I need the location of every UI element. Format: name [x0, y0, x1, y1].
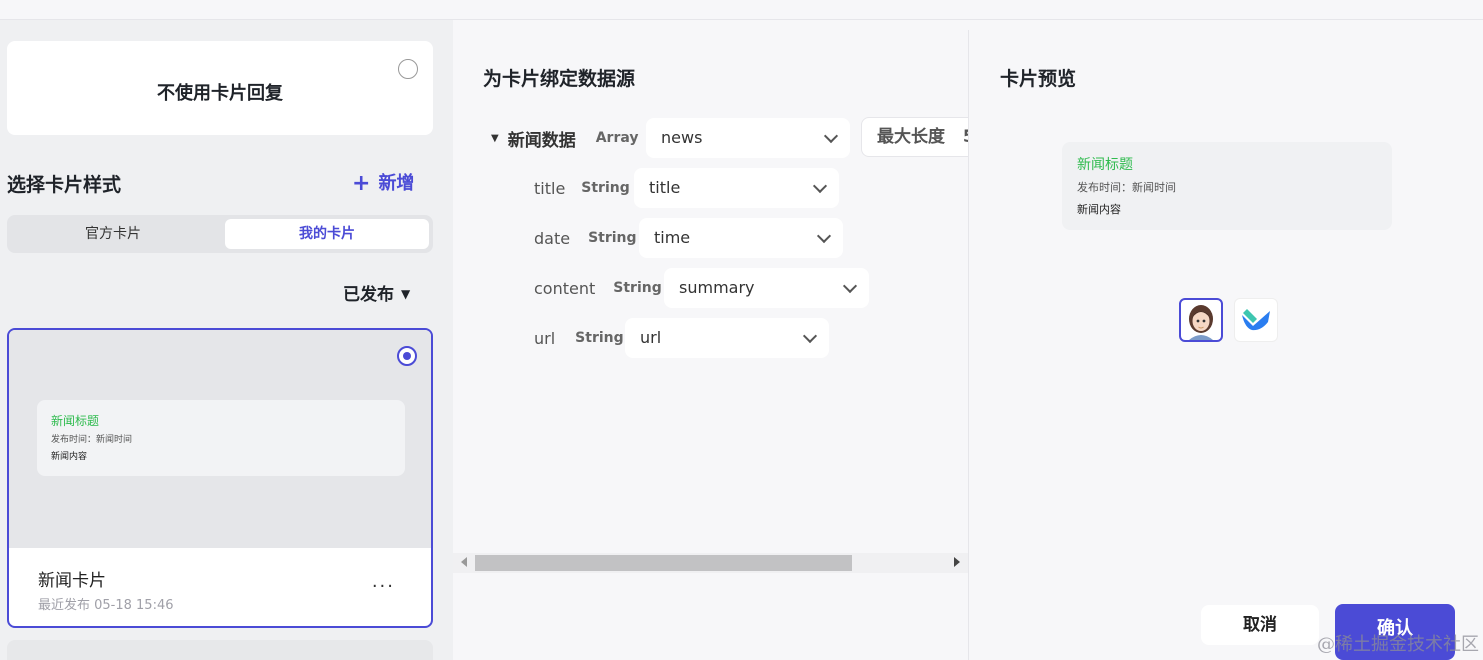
scrollbar-thumb[interactable]: [475, 555, 852, 571]
max-length-label: 最大长度: [877, 127, 945, 147]
chevron-down-icon: [816, 228, 832, 244]
preview-news-content: 新闻内容: [1077, 203, 1121, 216]
mini-news-date: 发布时间：新闻时间: [51, 435, 133, 445]
preview-news-date: 发布时间：新闻时间: [1077, 181, 1176, 194]
section-title: 选择卡片样式: [7, 174, 122, 196]
caret-down-icon[interactable]: ▼: [491, 133, 499, 144]
card-source-tabs: 官方卡片 我的卡片: [7, 215, 433, 253]
avatar-girl[interactable]: [1179, 298, 1223, 342]
field-name: url: [534, 328, 556, 348]
horizontal-scrollbar[interactable]: [453, 553, 968, 573]
template-card-published: 最近发布 05-18 15:46: [38, 598, 174, 613]
chevron-down-icon: [812, 178, 828, 194]
root-field-name: 新闻数据: [507, 130, 576, 151]
no-card-label: 不使用卡片回复: [157, 83, 283, 104]
status-filter-label: 已发布: [343, 285, 394, 305]
field-name: date: [534, 228, 571, 248]
card-style-panel: 不使用卡片回复 选择卡片样式 + 新增 官方卡片 我的卡片 已发布 ▼ 新闻标题 发…: [0, 20, 453, 660]
field-type: String: [581, 180, 630, 196]
template-card[interactable]: 新闻标题 发布时间：新闻时间 新闻内容 新闻卡片 最近发布 05-18 15:4…: [7, 328, 433, 628]
field-select-url[interactable]: url: [625, 318, 829, 358]
field-value: summary: [679, 278, 755, 297]
template-card-radio[interactable]: [397, 346, 417, 366]
add-card-button[interactable]: + 新增: [352, 169, 414, 196]
scroll-left-icon[interactable]: [461, 557, 467, 567]
field-type: String: [613, 280, 662, 296]
field-row-date: date String: [534, 218, 637, 258]
preview-title: 卡片预览: [1000, 68, 1077, 90]
field-row-content: content String: [534, 268, 662, 308]
preview-news-card: 新闻标题 发布时间：新闻时间 新闻内容: [1062, 142, 1392, 230]
field-row-title: title String: [534, 168, 630, 208]
no-card-radio[interactable]: [398, 59, 418, 79]
field-row-url: url String: [534, 318, 624, 358]
top-bar: [0, 0, 1483, 20]
status-filter-dropdown[interactable]: 已发布 ▼: [343, 280, 410, 305]
brand-logo-icon: [1242, 309, 1270, 331]
template-card-preview: 新闻标题 发布时间：新闻时间 新闻内容: [9, 330, 431, 548]
field-value: time: [654, 228, 691, 247]
plus-icon: +: [352, 171, 371, 196]
root-field-type: Array: [595, 130, 639, 146]
root-field-select[interactable]: news: [646, 118, 850, 158]
field-value: title: [649, 178, 681, 197]
root-field-row: ▼ 新闻数据 Array: [491, 118, 639, 158]
girl-avatar-icon: [1189, 305, 1213, 340]
mini-news-title: 新闻标题: [51, 414, 100, 428]
field-name: content: [534, 278, 596, 298]
data-binding-panel: 为卡片绑定数据源 ▼ 新闻数据 Array news 最大长度 5 title …: [453, 20, 968, 660]
field-select-content[interactable]: summary: [664, 268, 869, 308]
tab-official-cards[interactable]: 官方卡片: [11, 219, 215, 249]
chevron-down-icon: [802, 328, 818, 344]
watermark: @稀土掘金技术社区: [1317, 634, 1479, 655]
field-select-date[interactable]: time: [639, 218, 843, 258]
no-card-option[interactable]: 不使用卡片回复: [7, 41, 433, 135]
scroll-right-icon[interactable]: [954, 557, 960, 567]
binding-title: 为卡片绑定数据源: [483, 68, 636, 90]
cancel-button[interactable]: 取消: [1201, 605, 1319, 645]
more-options-icon[interactable]: ···: [372, 576, 395, 597]
chevron-down-icon: [823, 128, 839, 144]
tab-my-cards[interactable]: 我的卡片: [225, 219, 429, 249]
mini-news-content: 新闻内容: [51, 452, 88, 462]
chevron-down-icon: [842, 278, 858, 294]
card-preview-panel: 卡片预览 新闻标题 发布时间：新闻时间 新闻内容 取消 确认: [968, 30, 1483, 660]
binding-tree: ▼ 新闻数据 Array news 最大长度 5 title String ti…: [453, 110, 968, 550]
template-card-next[interactable]: [7, 640, 433, 660]
field-select-title[interactable]: title: [634, 168, 839, 208]
max-length-field[interactable]: 最大长度 5: [861, 117, 968, 157]
root-field-value: news: [661, 128, 703, 147]
brand-logo[interactable]: [1234, 298, 1278, 342]
field-type: String: [575, 330, 624, 346]
field-type: String: [588, 230, 637, 246]
caret-down-icon: ▼: [401, 287, 411, 301]
template-card-name: 新闻卡片: [38, 571, 106, 591]
preview-news-title: 新闻标题: [1077, 157, 1133, 173]
add-card-label: 新增: [378, 173, 415, 194]
field-name: title: [534, 178, 566, 198]
mini-news-card: 新闻标题 发布时间：新闻时间 新闻内容: [37, 400, 405, 476]
field-value: url: [640, 328, 662, 347]
